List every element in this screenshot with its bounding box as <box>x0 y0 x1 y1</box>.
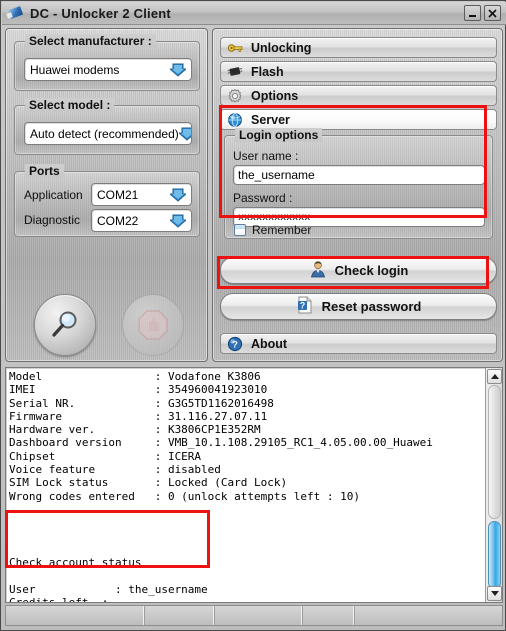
application-port-value: COM21 <box>97 187 139 202</box>
tab-server[interactable]: Server <box>220 109 497 130</box>
question-globe-icon: ? <box>227 336 243 352</box>
chevron-down-icon[interactable] <box>170 62 186 77</box>
select-model-title: Select model : <box>25 98 115 112</box>
stop-button[interactable] <box>122 294 184 356</box>
user-icon <box>309 260 327 281</box>
status-bar <box>5 605 503 626</box>
chevron-down-icon[interactable] <box>170 213 186 228</box>
scroll-thumb[interactable] <box>488 521 501 589</box>
log-text: Model : Vodafone K3806 IMEI : 3549600419… <box>9 370 433 603</box>
window-title: DC - Unlocker 2 Client <box>30 5 171 21</box>
tab-unlocking[interactable]: Unlocking <box>220 37 497 58</box>
title-bar: DC - Unlocker 2 Client <box>2 2 506 25</box>
log-scrollbar[interactable] <box>485 368 502 602</box>
tab-server-label: Server <box>251 112 290 127</box>
manufacturer-combo[interactable]: Huawei modems <box>24 58 192 81</box>
svg-text:?: ? <box>232 339 238 350</box>
status-cell-2 <box>145 606 215 625</box>
tab-flash[interactable]: Flash <box>220 61 497 82</box>
gold-key-icon <box>227 40 243 56</box>
application-window: DC - Unlocker 2 Client Select manufactur… <box>0 0 506 631</box>
device-selection-panel: Select manufacturer : Huawei modems Sele… <box>5 28 208 362</box>
select-manufacturer-group: Select manufacturer : Huawei modems <box>14 34 200 91</box>
select-manufacturer-title: Select manufacturer : <box>25 34 156 48</box>
username-label: User name : <box>233 149 299 163</box>
select-model-group: Select model : Auto detect (recommended) <box>14 98 200 155</box>
login-options-title: Login options <box>235 128 323 142</box>
tab-unlocking-label: Unlocking <box>251 40 312 55</box>
triangle-up-icon[interactable] <box>487 369 502 384</box>
tab-about-label: About <box>251 336 288 351</box>
password-value: xxxxxxxxxxxx <box>238 211 311 223</box>
diagnostic-port-value: COM22 <box>97 213 139 228</box>
model-combo[interactable]: Auto detect (recommended) <box>24 122 192 145</box>
chip-icon <box>227 64 243 80</box>
detect-button[interactable] <box>34 294 96 356</box>
question-doc-icon: ? <box>296 296 314 317</box>
tab-options-label: Options <box>251 88 299 103</box>
log-output[interactable]: Model : Vodafone K3806 IMEI : 3549600419… <box>5 367 503 603</box>
minimize-button[interactable] <box>464 5 481 21</box>
chevron-down-icon[interactable] <box>178 126 191 141</box>
password-label: Password : <box>233 191 293 205</box>
triangle-down-icon[interactable] <box>487 586 502 601</box>
reset-password-label: Reset password <box>321 299 422 314</box>
model-combo-value: Auto detect (recommended) <box>30 126 179 141</box>
tab-flash-label: Flash <box>251 64 284 79</box>
username-input[interactable]: the_username <box>233 165 485 185</box>
window-controls <box>464 5 501 21</box>
status-cell-1 <box>6 606 145 625</box>
magnifier-icon <box>52 311 77 337</box>
reset-password-button[interactable]: ? Reset password <box>220 293 497 320</box>
diagnostic-port-combo[interactable]: COM22 <box>91 209 192 232</box>
close-button[interactable] <box>484 5 501 21</box>
operations-panel: Unlocking Flash Options Server Login opt… <box>212 28 503 362</box>
gear-icon <box>227 88 243 104</box>
tab-about[interactable]: ? About <box>220 333 497 354</box>
ports-group: Ports Application COM21 Diagnostic COM22 <box>14 164 200 237</box>
username-value: the_username <box>238 168 315 182</box>
tab-options[interactable]: Options <box>220 85 497 106</box>
stop-hand-icon <box>138 310 168 340</box>
remember-checkbox-row[interactable]: Remember <box>234 223 311 237</box>
check-login-label: Check login <box>334 263 409 278</box>
diagnostic-port-label: Diagnostic <box>24 213 81 227</box>
manufacturer-combo-value: Huawei modems <box>30 62 120 77</box>
scroll-track[interactable] <box>488 385 501 519</box>
svg-text:?: ? <box>299 300 305 310</box>
remember-label: Remember <box>252 223 312 237</box>
status-cell-4 <box>303 606 355 625</box>
ports-title: Ports <box>25 164 64 178</box>
status-cell-3 <box>215 606 303 625</box>
application-port-combo[interactable]: COM21 <box>91 183 192 206</box>
remember-checkbox[interactable] <box>234 224 246 236</box>
status-cell-5 <box>355 606 502 625</box>
application-port-label: Application <box>24 188 83 202</box>
globe-icon <box>227 112 243 128</box>
chevron-down-icon[interactable] <box>170 187 186 202</box>
pen-drive-icon <box>6 5 25 21</box>
check-login-button[interactable]: Check login <box>220 257 497 284</box>
